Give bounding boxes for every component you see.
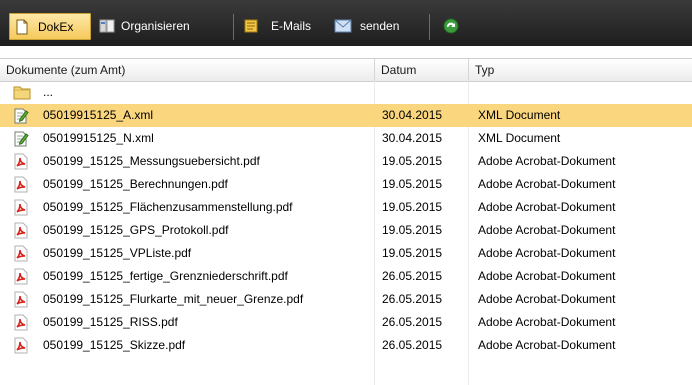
file-date <box>382 81 466 104</box>
file-name: 050199_15125_Flächenzusammenstellung.pdf <box>43 200 293 214</box>
file-date: 19.05.2015 <box>382 200 443 214</box>
pdf-icon <box>13 245 29 262</box>
file-row[interactable]: 050199_15125_RISS.pdf 26.05.2015 Adobe A… <box>0 311 692 334</box>
folder-icon <box>13 84 31 101</box>
pdf-icon <box>13 199 29 216</box>
document-icon <box>15 19 29 35</box>
file-type: Adobe Acrobat-Dokument <box>478 246 616 260</box>
file-row[interactable]: 050199_15125_Flurkarte_mit_neuer_Grenze.… <box>0 288 692 311</box>
file-type <box>478 81 688 104</box>
file-name: 050199_15125_fertige_Grenzniederschrift.… <box>43 269 288 283</box>
emails-button[interactable]: E-Mails <box>243 15 311 37</box>
file-date: 26.05.2015 <box>382 338 443 352</box>
file-type: Adobe Acrobat-Dokument <box>478 338 616 352</box>
pdf-icon <box>13 222 29 239</box>
file-name: 050199_15125_VPListe.pdf <box>43 246 192 260</box>
file-name: 05019915125_A.xml <box>43 108 154 122</box>
file-type: Adobe Acrobat-Dokument <box>478 154 616 168</box>
pdf-icon <box>13 176 29 193</box>
file-type: XML Document <box>478 108 561 122</box>
file-row[interactable]: 050199_15125_Flächenzusammenstellung.pdf… <box>0 196 692 219</box>
xml-document-icon <box>13 107 29 124</box>
file-name: 050199_15125_GPS_Protokoll.pdf <box>43 223 229 237</box>
file-row[interactable]: 05019915125_A.xml 30.04.2015 XML Documen… <box>0 104 692 127</box>
refresh-button[interactable] <box>443 15 459 37</box>
pdf-icon <box>13 337 29 354</box>
column-header-date[interactable]: Datum <box>375 59 469 81</box>
file-row[interactable]: 050199_15125_VPListe.pdf 19.05.2015 Adob… <box>0 242 692 265</box>
dokex-label: DokEx <box>38 19 74 34</box>
file-row[interactable]: 050199_15125_Skizze.pdf 26.05.2015 Adobe… <box>0 334 692 357</box>
organize-button[interactable]: Organisieren <box>99 15 190 37</box>
file-type: Adobe Acrobat-Dokument <box>478 200 616 214</box>
file-date: 19.05.2015 <box>382 154 443 168</box>
file-list: ... 05019915125_A.xml 30.04.2015 XML Doc… <box>0 81 692 357</box>
emails-label: E-Mails <box>271 19 312 33</box>
file-date: 30.04.2015 <box>382 131 443 145</box>
file-date: 30.04.2015 <box>382 108 443 122</box>
file-row[interactable]: 050199_15125_GPS_Protokoll.pdf 19.05.201… <box>0 219 692 242</box>
file-date: 19.05.2015 <box>382 246 443 260</box>
file-name: 05019915125_N.xml <box>43 131 154 145</box>
file-row[interactable]: 050199_15125_fertige_Grenzniederschrift.… <box>0 265 692 288</box>
file-date: 19.05.2015 <box>382 177 443 191</box>
send-button[interactable]: senden <box>334 15 399 37</box>
pdf-icon <box>13 291 29 308</box>
organize-label: Organisieren <box>121 19 190 33</box>
file-type: Adobe Acrobat-Dokument <box>478 269 616 283</box>
file-name: 050199_15125_Flurkarte_mit_neuer_Grenze.… <box>43 292 304 306</box>
envelope-icon <box>334 19 352 33</box>
file-date: 19.05.2015 <box>382 223 443 237</box>
file-row[interactable]: ... <box>0 81 692 104</box>
toolbar-separator <box>429 14 430 40</box>
organize-icon <box>99 18 115 34</box>
file-row[interactable]: 05019915125_N.xml 30.04.2015 XML Documen… <box>0 127 692 150</box>
file-type: Adobe Acrobat-Dokument <box>478 292 616 306</box>
pdf-icon <box>13 153 29 170</box>
file-date: 26.05.2015 <box>382 269 443 283</box>
pdf-icon <box>13 314 29 331</box>
toolbar: DokEx Organisieren E-Mails senden <box>0 0 692 46</box>
dokex-button[interactable]: DokEx <box>9 13 91 40</box>
file-date: 26.05.2015 <box>382 292 443 306</box>
file-type: Adobe Acrobat-Dokument <box>478 223 616 237</box>
toolbar-separator <box>233 14 234 40</box>
file-name: 050199_15125_Messungsuebersicht.pdf <box>43 154 260 168</box>
column-header: Dokumente (zum Amt) Datum Typ <box>0 58 692 82</box>
file-name: 050199_15125_Berechnungen.pdf <box>43 177 228 191</box>
file-date: 26.05.2015 <box>382 315 443 329</box>
refresh-globe-icon <box>443 18 459 34</box>
pdf-icon <box>13 268 29 285</box>
file-type: Adobe Acrobat-Dokument <box>478 177 616 191</box>
file-name: 050199_15125_Skizze.pdf <box>43 338 186 352</box>
emails-icon <box>243 18 261 34</box>
file-name: 050199_15125_RISS.pdf <box>43 315 178 329</box>
file-type: Adobe Acrobat-Dokument <box>478 315 616 329</box>
file-name: ... <box>43 85 54 99</box>
column-header-type[interactable]: Typ <box>469 59 692 81</box>
file-row[interactable]: 050199_15125_Messungsuebersicht.pdf 19.0… <box>0 150 692 173</box>
file-type: XML Document <box>478 131 561 145</box>
send-label: senden <box>360 19 400 33</box>
column-header-name[interactable]: Dokumente (zum Amt) <box>0 59 375 81</box>
file-row[interactable]: 050199_15125_Berechnungen.pdf 19.05.2015… <box>0 173 692 196</box>
xml-document-icon <box>13 130 29 147</box>
